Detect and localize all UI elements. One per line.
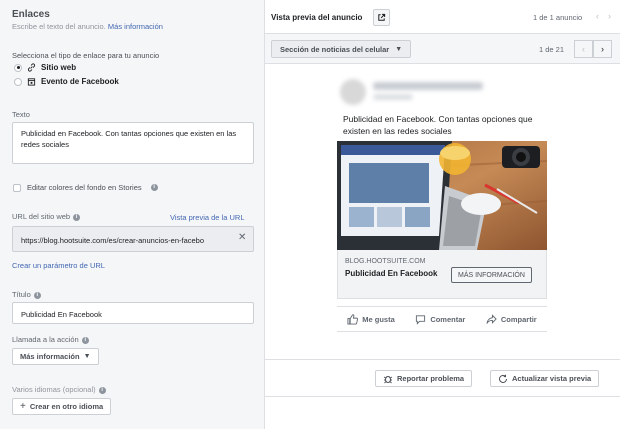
headline-label: Título: [12, 290, 31, 299]
url-preview-link[interactable]: Vista previa de la URL: [170, 213, 244, 222]
next-placement-button[interactable]: ›: [593, 40, 612, 58]
create-language-label: Crear en otro idioma: [29, 402, 104, 411]
page-name-blurred: [373, 82, 483, 90]
primary-text-field[interactable]: Publicidad en Facebook. Con tantas opcio…: [12, 122, 254, 164]
link-preview-box[interactable]: BLOG.HOOTSUITE.COM Publicidad En Faceboo…: [337, 250, 547, 299]
stories-checkbox-label: Editar colores del fondo en Stories: [27, 183, 142, 192]
calendar-icon: [27, 77, 36, 86]
preview-toolbar: Sección de noticias del celular ▼ 1 de 2…: [265, 34, 620, 64]
info-icon: i: [33, 291, 41, 299]
external-link-icon: [378, 13, 386, 21]
post-text: Publicidad en Facebook. Con tantas opcio…: [343, 114, 533, 136]
chevron-left-icon: ‹: [582, 44, 585, 54]
plus-icon: +: [20, 401, 26, 412]
headline-label-row: Título i: [12, 290, 41, 299]
comment-label: Comentar: [430, 314, 466, 324]
section-title: Enlaces: [12, 9, 50, 20]
languages-label-row: Varios idiomas (opcional) i: [12, 385, 106, 394]
refresh-preview-button[interactable]: Actualizar vista previa: [490, 370, 600, 387]
share-icon: [486, 313, 497, 324]
caret-down-icon: ▼: [83, 353, 91, 360]
url-label: URL del sitio web: [12, 212, 71, 221]
create-language-button[interactable]: + Crear en otro idioma: [12, 398, 112, 415]
text-label: Texto: [12, 110, 30, 119]
info-icon: i: [73, 213, 81, 221]
like-label: Me gusta: [362, 314, 395, 324]
cta-label-row: Llamada a la acción i: [12, 335, 89, 344]
info-icon: i: [150, 184, 158, 191]
refresh-label: Actualizar vista previa: [512, 374, 592, 383]
option-label: Sitio web: [41, 63, 77, 72]
share-label: Compartir: [500, 314, 537, 324]
create-url-param-link[interactable]: Crear un parámetro de URL: [12, 261, 105, 270]
cta-label: Llamada a la acción: [12, 335, 79, 344]
radio-website[interactable]: Sitio web: [14, 63, 76, 72]
cta-dropdown-value: Más información: [20, 352, 80, 361]
post-actions: Me gusta Comentar Compartir: [337, 306, 547, 332]
option-label: Evento de Facebook: [41, 77, 119, 86]
sponsored-blurred: [373, 94, 413, 100]
comment-icon: [416, 314, 426, 325]
preview-header: Vista previa del anuncio 1 de 1 anuncio …: [265, 0, 620, 34]
radio-button[interactable]: [14, 63, 22, 72]
prev-placement-button[interactable]: ‹: [574, 40, 593, 58]
share-button[interactable]: Compartir: [486, 313, 537, 325]
refresh-icon: [499, 374, 507, 383]
stories-colors-checkbox-row[interactable]: Editar colores del fondo en Stories i: [13, 183, 158, 192]
stories-checkbox[interactable]: [13, 183, 21, 192]
chevron-right-icon[interactable]: ›: [608, 11, 611, 21]
radio-fb-event[interactable]: Evento de Facebook: [14, 77, 119, 86]
placement-dropdown[interactable]: Sección de noticias del celular ▼: [271, 40, 412, 58]
website-url-field[interactable]: https://blog.hootsuite.com/es/crear-anun…: [12, 226, 254, 252]
link-icon: [27, 63, 36, 72]
preview-footer: Reportar problema Actualizar vista previ…: [265, 359, 620, 397]
report-problem-button[interactable]: Reportar problema: [375, 370, 473, 387]
radio-button[interactable]: [14, 77, 22, 86]
chevron-right-icon: ›: [601, 44, 604, 54]
comment-button[interactable]: Comentar: [415, 314, 465, 325]
open-external-button[interactable]: [373, 9, 390, 26]
headline-field[interactable]: Publicidad En Facebook: [12, 302, 254, 324]
report-label: Reportar problema: [397, 374, 465, 383]
url-label-row: URL del sitio web i: [12, 212, 81, 221]
clear-icon[interactable]: ✕: [238, 232, 246, 243]
placement-count: 1 de 21: [539, 45, 565, 54]
caret-down-icon: ▼: [395, 45, 403, 53]
cta-button[interactable]: MÁS INFORMACIÓN: [451, 267, 532, 283]
info-icon: i: [81, 336, 89, 344]
link-headline: Publicidad En Facebook: [345, 269, 438, 278]
link-type-label: Selecciona el tipo de enlace para tu anu…: [12, 51, 160, 60]
ad-image: [337, 141, 547, 250]
bug-icon: [383, 375, 393, 383]
preview-title: Vista previa del anuncio: [271, 13, 363, 22]
thumbs-up-icon: [347, 313, 359, 325]
link-domain: BLOG.HOOTSUITE.COM: [345, 258, 426, 265]
ad-links-panel: Enlaces Escribe el texto del anuncio. Má…: [0, 0, 265, 429]
like-button[interactable]: Me gusta: [347, 313, 395, 325]
cta-dropdown[interactable]: Más información ▼: [12, 348, 99, 365]
ad-preview-panel: Vista previa del anuncio 1 de 1 anuncio …: [265, 0, 620, 429]
feed-post-preview: Publicidad en Facebook. Con tantas opcio…: [337, 72, 547, 342]
avatar: [340, 79, 366, 105]
chevron-left-icon[interactable]: ‹: [596, 11, 599, 21]
placement-value: Sección de noticias del celular: [280, 44, 390, 54]
more-info-link[interactable]: Más información: [108, 22, 163, 31]
info-icon: i: [98, 386, 106, 394]
ad-count: 1 de 1 anuncio: [533, 13, 583, 22]
section-subtitle: Escribe el texto del anuncio. Más inform…: [12, 22, 163, 31]
languages-label: Varios idiomas (opcional): [12, 385, 96, 394]
subtitle-text: Escribe el texto del anuncio.: [12, 22, 106, 31]
